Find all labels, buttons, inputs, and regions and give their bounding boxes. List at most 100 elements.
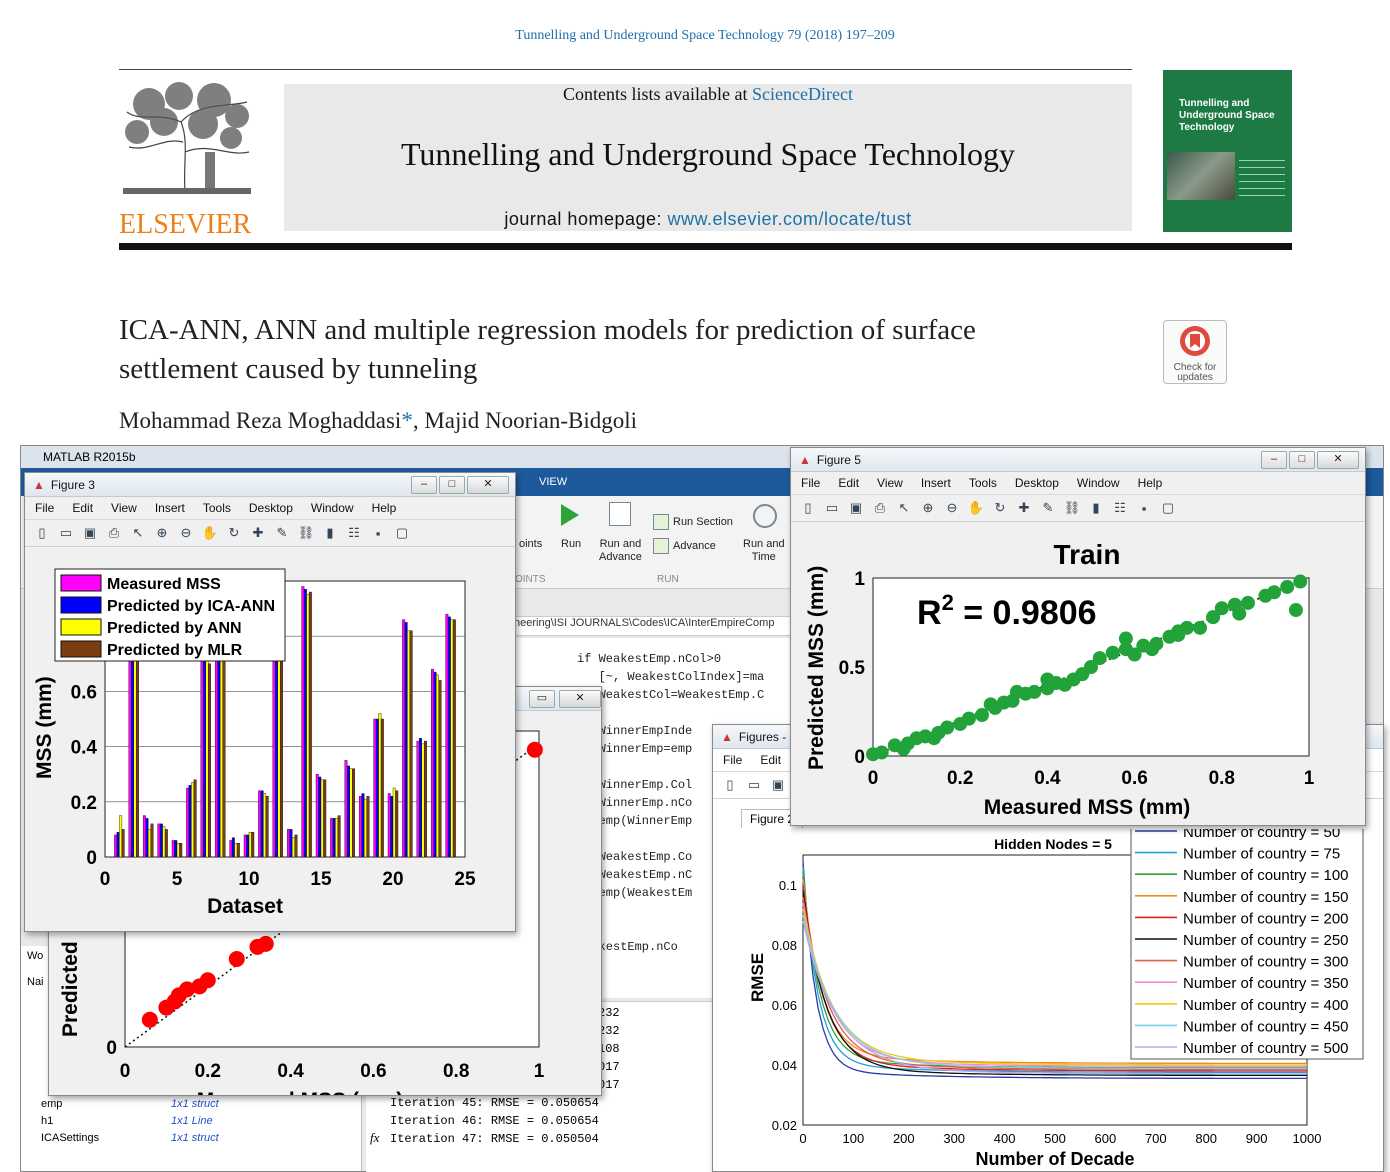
run-time-icon[interactable]	[753, 504, 777, 528]
open-icon[interactable]: ▭	[57, 524, 75, 542]
open-icon[interactable]: ▭	[745, 776, 763, 794]
save-icon[interactable]: ▣	[81, 524, 99, 542]
rotate-icon[interactable]: ↻	[991, 499, 1009, 517]
colorbar-icon[interactable]: ▮	[1087, 499, 1105, 517]
legend-icon[interactable]: ☷	[1111, 499, 1129, 517]
menu-window[interactable]: Window	[311, 501, 354, 515]
print-icon[interactable]: ⎙	[871, 499, 889, 517]
advance-icon[interactable]	[653, 538, 669, 554]
print-icon[interactable]: ⎙	[105, 524, 123, 542]
check-updates-badge[interactable]: Check for updates	[1163, 320, 1227, 384]
workspace-row[interactable]: emp 1x1 struct	[25, 1098, 355, 1115]
journal-cover[interactable]: Tunnelling and Underground Space Technol…	[1163, 70, 1292, 232]
maximize-button[interactable]: □	[439, 476, 465, 494]
minimize-button[interactable]: –	[411, 476, 437, 494]
pan-icon[interactable]: ✋	[201, 524, 219, 542]
save-icon[interactable]: ▣	[847, 499, 865, 517]
hide-tools-icon[interactable]: ▪	[1135, 499, 1153, 517]
run-advance-icon[interactable]	[609, 502, 631, 526]
legend-icon[interactable]: ☷	[345, 524, 363, 542]
menu-edit[interactable]: Edit	[72, 501, 93, 515]
maximize-button[interactable]: □	[1289, 451, 1315, 469]
run-icon[interactable]	[561, 504, 579, 526]
dock-icon[interactable]: ▢	[1159, 499, 1177, 517]
article-title-line2: settlement caused by tunneling	[119, 353, 478, 385]
menu-insert[interactable]: Insert	[155, 501, 185, 515]
close-button[interactable]: ✕	[1317, 451, 1359, 469]
figure3-window[interactable]: ▲ Figure 3 – □ ✕ File Edit View Insert Tools De…	[24, 472, 516, 932]
run-time-button[interactable]: Run and Time	[743, 538, 785, 564]
y-axis-label: MSS (mm)	[33, 676, 56, 779]
path-bar[interactable]: neering\ISI JOURNALS\Codes\ICA\InterEmpi…	[513, 616, 795, 636]
menu-file[interactable]: File	[723, 753, 742, 767]
pointer-icon[interactable]: ↖	[895, 499, 913, 517]
open-icon[interactable]: ▭	[823, 499, 841, 517]
zoom-in-icon[interactable]: ⊕	[919, 499, 937, 517]
homepage-prefix: journal homepage:	[504, 209, 668, 229]
homepage-link[interactable]: www.elsevier.com/locate/tust	[668, 209, 912, 229]
run-advance-button[interactable]: Run and Advance	[599, 538, 642, 564]
link-icon[interactable]: ⛓	[297, 524, 315, 542]
journal-citation[interactable]: Tunnelling and Underground Space Technol…	[0, 28, 1390, 44]
menu-help[interactable]: Help	[1138, 476, 1163, 490]
run-section-button[interactable]: Run Section	[673, 516, 733, 528]
author-2[interactable]: , Majid Noorian-Bidgoli	[413, 408, 637, 433]
brush-icon[interactable]: ✎	[1039, 499, 1057, 517]
menu-window[interactable]: Window	[1077, 476, 1120, 490]
menu-insert[interactable]: Insert	[921, 476, 951, 490]
iteration-line: Iteration 47: RMSE = 0.050504	[390, 1132, 599, 1146]
workspace-row[interactable]: ICASettings 1x1 struct	[25, 1132, 355, 1149]
data-cursor-icon[interactable]: ✚	[249, 524, 267, 542]
pointer-icon[interactable]: ↖	[129, 524, 147, 542]
menu-edit[interactable]: Edit	[838, 476, 859, 490]
menu-tools[interactable]: Tools	[969, 476, 997, 490]
rotate-icon[interactable]: ↻	[225, 524, 243, 542]
menu-view[interactable]: View	[877, 476, 903, 490]
bar-predicted-by-ica-ann	[217, 633, 221, 858]
data-point	[199, 972, 216, 989]
bar-predicted-by-mlr	[452, 619, 456, 858]
breakpoints-label[interactable]: oints	[519, 538, 542, 550]
advance-button[interactable]: Advance	[673, 540, 716, 552]
tab-view[interactable]: VIEW	[539, 476, 567, 488]
restore-button[interactable]: ▭	[529, 689, 555, 708]
brush-icon[interactable]: ✎	[273, 524, 291, 542]
close-button[interactable]: ✕	[559, 689, 601, 708]
menu-tools[interactable]: Tools	[203, 501, 231, 515]
data-point	[1171, 627, 1186, 642]
sciencedirect-link[interactable]: ScienceDirect	[752, 84, 853, 104]
menu-view[interactable]: View	[111, 501, 137, 515]
colorbar-icon[interactable]: ▮	[321, 524, 339, 542]
hide-tools-icon[interactable]: ▪	[369, 524, 387, 542]
new-icon[interactable]: ▯	[799, 499, 817, 517]
new-icon[interactable]: ▯	[721, 776, 739, 794]
zoom-out-icon[interactable]: ⊖	[177, 524, 195, 542]
new-icon[interactable]: ▯	[33, 524, 51, 542]
legend-entry: Number of country = 50	[1183, 829, 1340, 841]
run-button[interactable]: Run	[561, 538, 581, 550]
menu-file[interactable]: File	[801, 476, 820, 490]
close-button[interactable]: ✕	[467, 476, 509, 494]
menu-help[interactable]: Help	[372, 501, 397, 515]
menu-desktop[interactable]: Desktop	[249, 501, 293, 515]
pan-icon[interactable]: ✋	[967, 499, 985, 517]
save-icon[interactable]: ▣	[769, 776, 787, 794]
zoom-in-icon[interactable]: ⊕	[153, 524, 171, 542]
dock-icon[interactable]: ▢	[393, 524, 411, 542]
workspace-tab[interactable]: Wo	[27, 950, 43, 962]
y-tick-label: 0.04	[772, 1058, 797, 1073]
data-cursor-icon[interactable]: ✚	[1015, 499, 1033, 517]
corresponding-star[interactable]: *	[401, 408, 413, 433]
link-icon[interactable]: ⛓	[1063, 499, 1081, 517]
workspace-row[interactable]: h1 1x1 Line	[25, 1115, 355, 1132]
zoom-out-icon[interactable]: ⊖	[943, 499, 961, 517]
bar-predicted-by-ann	[162, 826, 166, 858]
author-1[interactable]: Mohammad Reza Moghaddasi	[119, 408, 401, 433]
figure5-window[interactable]: ▲ Figure 5 – □ ✕ File Edit View Insert Tools De…	[790, 447, 1366, 826]
minimize-button[interactable]: –	[1261, 451, 1287, 469]
run-section-icon[interactable]	[653, 514, 669, 530]
menu-file[interactable]: File	[35, 501, 54, 515]
menu-desktop[interactable]: Desktop	[1015, 476, 1059, 490]
code-line: WeakestCol=WeakestEmp.C	[577, 688, 765, 702]
menu-edit[interactable]: Edit	[760, 753, 781, 767]
